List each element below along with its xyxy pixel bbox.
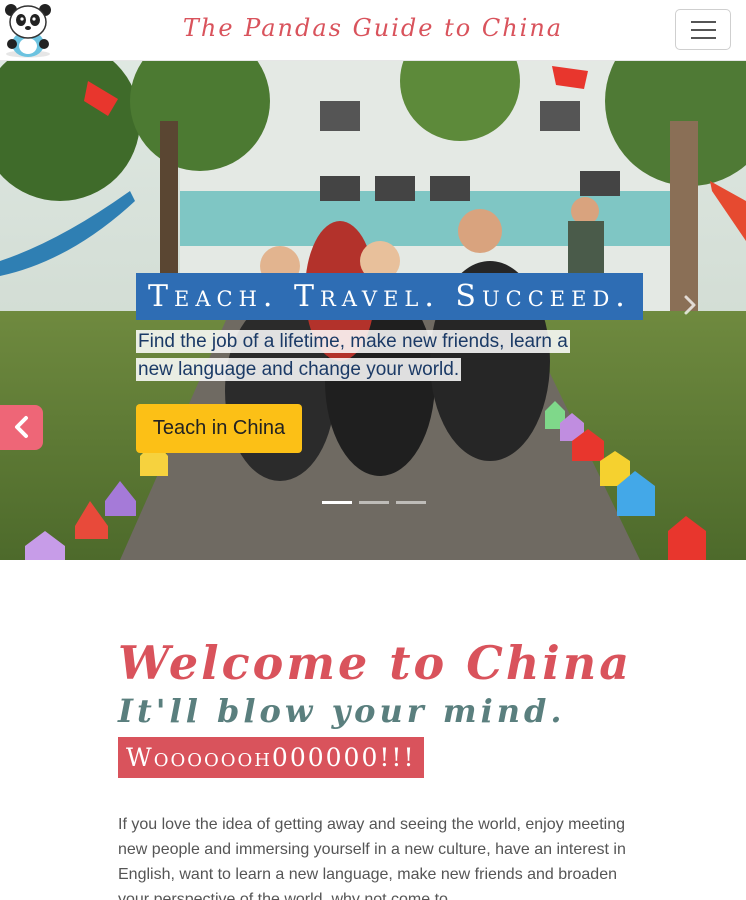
welcome-badge: Wooooooh000000!!! — [118, 737, 424, 778]
hero-carousel: Teach. Travel. Succeed. Find the job of … — [0, 61, 746, 560]
welcome-body: If you love the idea of getting away and… — [118, 816, 626, 900]
chevron-right-icon — [684, 295, 696, 315]
carousel-indicator-3[interactable] — [396, 501, 426, 504]
teach-in-china-button[interactable]: Teach in China — [136, 404, 302, 453]
navbar: The Pandas Guide to China — [0, 0, 746, 61]
menu-toggle-button[interactable] — [675, 9, 731, 50]
brand-title[interactable]: The Pandas Guide to China — [0, 14, 746, 42]
hero-title: Teach. Travel. Succeed. — [136, 273, 643, 320]
carousel-indicator-1[interactable] — [322, 501, 352, 504]
welcome-title: Welcome to China — [118, 636, 633, 690]
chevron-left-icon — [14, 416, 28, 438]
carousel-indicators — [322, 500, 426, 506]
carousel-next-button[interactable] — [676, 287, 704, 323]
carousel-indicator-2[interactable] — [359, 501, 389, 504]
carousel-prev-button[interactable] — [0, 405, 43, 450]
hero-text: Find the job of a lifetime, make new fri… — [136, 328, 598, 384]
welcome-subtitle: It'll blow your mind. — [118, 692, 566, 730]
hero-text-span: Find the job of a lifetime, make new fri… — [136, 330, 570, 381]
